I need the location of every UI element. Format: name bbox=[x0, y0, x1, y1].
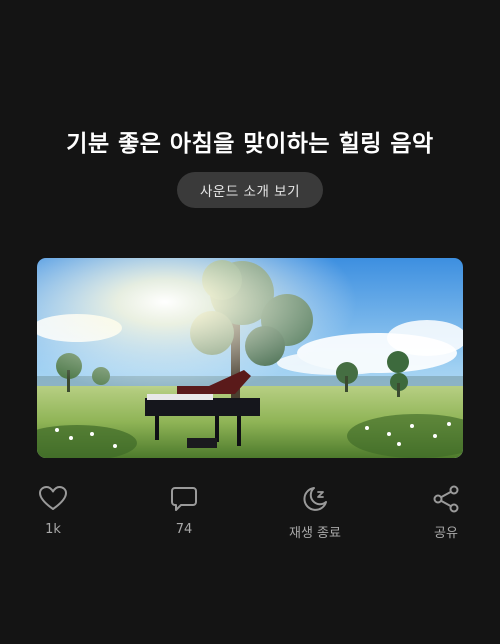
hero-image bbox=[37, 258, 463, 458]
share-icon bbox=[433, 485, 459, 513]
meadow-piano-illustration bbox=[37, 258, 463, 458]
sound-intro-button[interactable]: 사운드 소개 보기 bbox=[177, 172, 323, 208]
heart-icon bbox=[39, 486, 67, 510]
share-label: 공유 bbox=[434, 526, 458, 541]
like-count: 1k bbox=[45, 522, 61, 537]
comment-button[interactable]: 74 bbox=[139, 484, 229, 544]
comment-icon bbox=[171, 487, 197, 511]
sleep-timer-label: 재생 종료 bbox=[289, 526, 341, 541]
moon-zz-icon bbox=[303, 487, 327, 511]
like-button[interactable]: 1k bbox=[8, 484, 98, 544]
sleep-timer-button[interactable]: 재생 종료 bbox=[270, 484, 360, 544]
page-title: 기분 좋은 아침을 맞이하는 힐링 음악 bbox=[66, 131, 434, 157]
share-button[interactable]: 공유 bbox=[401, 484, 491, 544]
action-bar: 1k 74 재생 종료 공유 bbox=[0, 484, 500, 544]
comment-count: 74 bbox=[175, 522, 193, 537]
